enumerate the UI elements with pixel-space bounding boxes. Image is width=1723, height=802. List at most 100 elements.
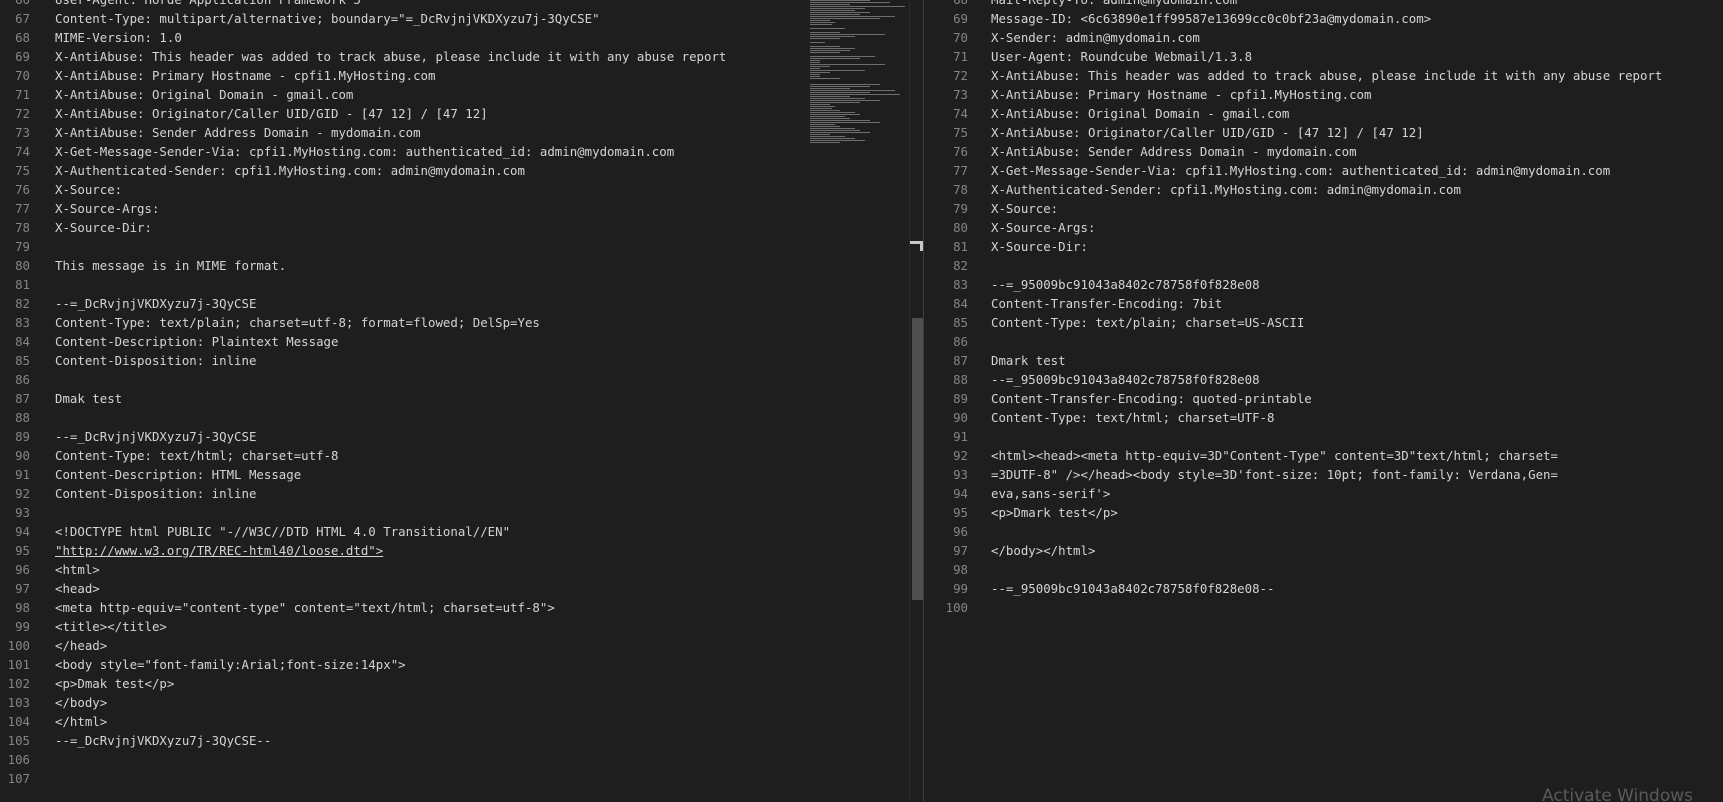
right-code-line[interactable]: 93 =3DUTF-8" /></head><body style=3D'font… — [924, 465, 1723, 484]
left-scrollbar-track[interactable] — [909, 0, 923, 802]
left-code-line[interactable]: 107 — [0, 769, 923, 788]
right-code-line[interactable]: 78 X-Authenticated-Sender: cpfi1.MyHostin… — [924, 180, 1723, 199]
line-text[interactable]: --=_DcRvjnjVKDXyzu7j-3QyCSE — [55, 427, 256, 446]
line-text[interactable]: <html> — [55, 560, 100, 579]
right-code-line[interactable]: 92 <html><head><meta http-equiv=3D"Conten… — [924, 446, 1723, 465]
right-code-line[interactable]: 91 — [924, 427, 1723, 446]
right-code-line[interactable]: 85 Content-Type: text/plain; charset=US-A… — [924, 313, 1723, 332]
line-text[interactable]: User-Agent: Horde Application Framework … — [55, 0, 361, 9]
right-code-line[interactable]: 88 --=_95009bc91043a8402c78758f0f828e08 — [924, 370, 1723, 389]
left-code-line[interactable]: 70 X-AntiAbuse: Primary Hostname - cpfi1.… — [0, 66, 923, 85]
left-code-line[interactable]: 103 </body> — [0, 693, 923, 712]
left-code-line[interactable]: 104 </html> — [0, 712, 923, 731]
line-text[interactable]: Message-ID: <6c63890e1ff99587e13699cc0c0… — [991, 9, 1431, 28]
line-text[interactable]: <body style="font-family:Arial;font-size… — [55, 655, 406, 674]
left-code-line[interactable]: 100 </head> — [0, 636, 923, 655]
left-code-line[interactable]: 76 X-Source: — [0, 180, 923, 199]
left-code-line[interactable]: 96 <html> — [0, 560, 923, 579]
line-text[interactable]: X-AntiAbuse: This header was added to tr… — [55, 47, 726, 66]
line-text[interactable]: X-Source: — [991, 199, 1058, 218]
line-text[interactable]: <p>Dmark test</p> — [991, 503, 1118, 522]
line-text[interactable]: <head> — [55, 579, 100, 598]
line-text[interactable]: X-Source-Args: — [991, 218, 1095, 237]
left-code-line[interactable]: 106 — [0, 750, 923, 769]
line-text[interactable]: X-Get-Message-Sender-Via: cpfi1.MyHostin… — [991, 161, 1610, 180]
line-text[interactable]: X-Authenticated-Sender: cpfi1.MyHosting.… — [55, 161, 525, 180]
left-editor-pane[interactable]: 66 User-Agent: Horde Application Framewor… — [0, 0, 923, 802]
line-text[interactable]: "http://www.w3.org/TR/REC-html40/loose.d… — [55, 541, 383, 560]
left-code-line[interactable]: 78 X-Source-Dir: — [0, 218, 923, 237]
line-text[interactable]: Content-Type: text/plain; charset=utf-8;… — [55, 313, 540, 332]
right-code-line[interactable]: 72 X-AntiAbuse: This header was added to … — [924, 66, 1723, 85]
left-code-line[interactable]: 74 X-Get-Message-Sender-Via: cpfi1.MyHost… — [0, 142, 923, 161]
left-code-line[interactable]: 86 — [0, 370, 923, 389]
line-text[interactable]: Content-Type: text/plain; charset=US-ASC… — [991, 313, 1304, 332]
line-text[interactable]: X-AntiAbuse: Primary Hostname - cpfi1.My… — [991, 85, 1371, 104]
right-code-line[interactable]: 95 <p>Dmark test</p> — [924, 503, 1723, 522]
line-text[interactable]: --=_95009bc91043a8402c78758f0f828e08-- — [991, 579, 1274, 598]
right-code-line[interactable]: 77 X-Get-Message-Sender-Via: cpfi1.MyHost… — [924, 161, 1723, 180]
left-code-line[interactable]: 101 <body style="font-family:Arial;font-s… — [0, 655, 923, 674]
right-editor-lines[interactable]: 68 Mail-Reply-To: admin@mydomain.com 69 Mes… — [924, 0, 1723, 617]
right-code-line[interactable]: 80 X-Source-Args: — [924, 218, 1723, 237]
line-text[interactable]: Content-Description: HTML Message — [55, 465, 301, 484]
right-editor-pane[interactable]: 68 Mail-Reply-To: admin@mydomain.com 69 Mes… — [924, 0, 1723, 802]
line-text[interactable]: X-AntiAbuse: This header was added to tr… — [991, 66, 1662, 85]
line-text[interactable]: <meta http-equiv="content-type" content=… — [55, 598, 555, 617]
line-text[interactable]: X-Source: — [55, 180, 122, 199]
left-editor-lines[interactable]: 66 User-Agent: Horde Application Framewor… — [0, 0, 923, 788]
line-text[interactable]: Content-Transfer-Encoding: 7bit — [991, 294, 1222, 313]
line-text[interactable]: Content-Description: Plaintext Message — [55, 332, 338, 351]
left-code-line[interactable]: 75 X-Authenticated-Sender: cpfi1.MyHostin… — [0, 161, 923, 180]
line-text[interactable]: <p>Dmak test</p> — [55, 674, 174, 693]
left-code-line[interactable]: 77 X-Source-Args: — [0, 199, 923, 218]
left-code-line[interactable]: 98 <meta http-equiv="content-type" conten… — [0, 598, 923, 617]
left-code-line[interactable]: 97 <head> — [0, 579, 923, 598]
left-code-line[interactable]: 67 Content-Type: multipart/alternative; b… — [0, 9, 923, 28]
left-code-line[interactable]: 85 Content-Disposition: inline — [0, 351, 923, 370]
line-text[interactable]: X-Get-Message-Sender-Via: cpfi1.MyHostin… — [55, 142, 674, 161]
line-text[interactable]: X-AntiAbuse: Primary Hostname - cpfi1.My… — [55, 66, 435, 85]
left-code-line[interactable]: 68 MIME-Version: 1.0 — [0, 28, 923, 47]
left-code-line[interactable]: 69 X-AntiAbuse: This header was added to … — [0, 47, 923, 66]
line-text[interactable]: --=_DcRvjnjVKDXyzu7j-3QyCSE — [55, 294, 256, 313]
right-code-line[interactable]: 71 User-Agent: Roundcube Webmail/1.3.8 — [924, 47, 1723, 66]
line-text[interactable]: --=_DcRvjnjVKDXyzu7j-3QyCSE-- — [55, 731, 271, 750]
right-code-line[interactable]: 98 — [924, 560, 1723, 579]
right-code-line[interactable]: 100 — [924, 598, 1723, 617]
line-text[interactable]: =3DUTF-8" /></head><body style=3D'font-s… — [991, 465, 1558, 484]
line-text[interactable]: Content-Disposition: inline — [55, 351, 256, 370]
left-code-line[interactable]: 94 <!DOCTYPE html PUBLIC "-//W3C//DTD HTM… — [0, 522, 923, 541]
right-code-line[interactable]: 81 X-Source-Dir: — [924, 237, 1723, 256]
left-code-line[interactable]: 87 Dmak test — [0, 389, 923, 408]
line-text[interactable]: Content-Type: multipart/alternative; bou… — [55, 9, 600, 28]
right-code-line[interactable]: 73 X-AntiAbuse: Primary Hostname - cpfi1.… — [924, 85, 1723, 104]
right-code-line[interactable]: 75 X-AntiAbuse: Originator/Caller UID/GID… — [924, 123, 1723, 142]
line-text[interactable]: X-Source-Dir: — [55, 218, 152, 237]
left-code-line[interactable]: 66 User-Agent: Horde Application Framewor… — [0, 0, 923, 9]
right-code-line[interactable]: 68 Mail-Reply-To: admin@mydomain.com — [924, 0, 1723, 9]
left-code-line[interactable]: 102 <p>Dmak test</p> — [0, 674, 923, 693]
line-text[interactable]: </head> — [55, 636, 107, 655]
right-code-line[interactable]: 70 X-Sender: admin@mydomain.com — [924, 28, 1723, 47]
right-code-line[interactable]: 86 — [924, 332, 1723, 351]
right-code-line[interactable]: 76 X-AntiAbuse: Sender Address Domain - m… — [924, 142, 1723, 161]
right-code-line[interactable]: 69 Message-ID: <6c63890e1ff99587e13699cc0… — [924, 9, 1723, 28]
line-text[interactable]: <title></title> — [55, 617, 167, 636]
right-code-line[interactable]: 84 Content-Transfer-Encoding: 7bit — [924, 294, 1723, 313]
left-code-line[interactable]: 92 Content-Disposition: inline — [0, 484, 923, 503]
line-text[interactable]: Content-Type: text/html; charset=UTF-8 — [991, 408, 1274, 427]
right-code-line[interactable]: 99 --=_95009bc91043a8402c78758f0f828e08-- — [924, 579, 1723, 598]
left-code-line[interactable]: 90 Content-Type: text/html; charset=utf-8 — [0, 446, 923, 465]
line-text[interactable]: X-AntiAbuse: Originator/Caller UID/GID -… — [991, 123, 1424, 142]
left-code-line[interactable]: 89 --=_DcRvjnjVKDXyzu7j-3QyCSE — [0, 427, 923, 446]
line-text[interactable]: Content-Disposition: inline — [55, 484, 256, 503]
line-text[interactable]: X-Sender: admin@mydomain.com — [991, 28, 1200, 47]
right-code-line[interactable]: 94 eva,sans-serif'> — [924, 484, 1723, 503]
line-text[interactable]: Content-Transfer-Encoding: quoted-printa… — [991, 389, 1312, 408]
line-text[interactable]: --=_95009bc91043a8402c78758f0f828e08 — [991, 370, 1260, 389]
left-code-line[interactable]: 84 Content-Description: Plaintext Message — [0, 332, 923, 351]
left-code-line[interactable]: 91 Content-Description: HTML Message — [0, 465, 923, 484]
line-text[interactable]: X-AntiAbuse: Original Domain - gmail.com — [55, 85, 353, 104]
line-text[interactable]: --=_95009bc91043a8402c78758f0f828e08 — [991, 275, 1260, 294]
